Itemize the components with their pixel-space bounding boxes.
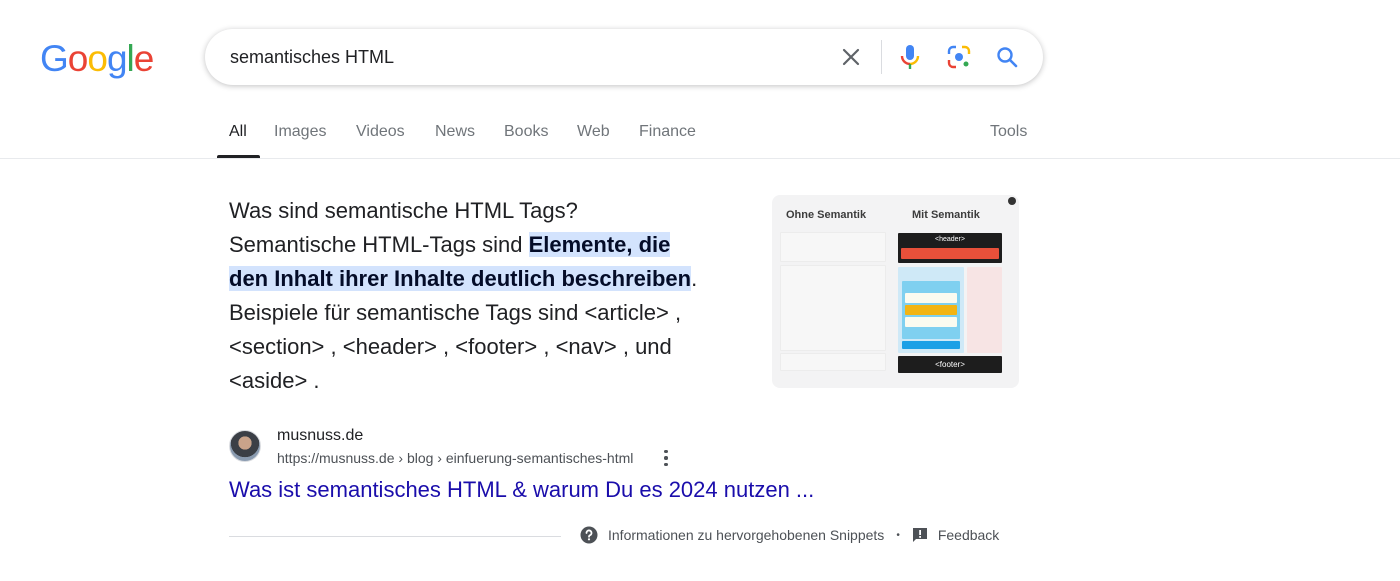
thumbnail-div-block [780, 232, 886, 262]
feedback-icon [912, 528, 927, 542]
logo-letter: e [133, 38, 155, 79]
search-input[interactable] [230, 43, 820, 71]
tab-books[interactable]: Books [504, 123, 548, 141]
snippet-answer: Semantische HTML-Tags sind Elemente, die… [229, 228, 739, 296]
feedback-button[interactable]: Feedback [912, 527, 999, 543]
search-divider [881, 40, 882, 74]
snippet-highlight: Elemente, die [528, 232, 671, 257]
microphone-icon [900, 45, 920, 69]
google-lens-button[interactable] [944, 42, 974, 72]
thumbnail-aside-block [967, 267, 1002, 353]
thumbnail-section-block [902, 341, 960, 349]
thumbnail-nav-block [901, 248, 999, 259]
search-button[interactable] [992, 42, 1022, 72]
thumbnail-div-block [780, 353, 886, 371]
thumbnail-footer-block: <footer> [898, 356, 1002, 373]
active-tab-indicator [217, 155, 260, 158]
result-title-link[interactable]: Was ist semantisches HTML & warum Du es … [229, 477, 814, 503]
tab-images[interactable]: Images [274, 123, 326, 141]
thumbnail-p-block [905, 317, 957, 327]
help-icon [580, 526, 598, 544]
clear-search-button[interactable] [836, 42, 866, 72]
snippet-info-label: Informationen zu hervorgehobenen Snippet… [608, 527, 885, 543]
snippet-examples: Beispiele für semantische Tags sind <art… [229, 300, 682, 393]
tab-finance[interactable]: Finance [639, 123, 696, 141]
feedback-label: Feedback [937, 527, 1000, 543]
footer-separator: • [896, 529, 900, 541]
logo-letter: o [67, 38, 89, 79]
featured-snippet-text: Was sind semantische HTML Tags? Semantis… [229, 194, 739, 398]
snippet-text-after: . [691, 266, 698, 291]
tab-videos[interactable]: Videos [356, 123, 405, 141]
thumbnail-right-title: Mit Semantik [912, 209, 980, 221]
site-name[interactable]: musnuss.de [277, 427, 363, 445]
tab-all[interactable]: All [229, 123, 247, 141]
google-logo[interactable]: Google [40, 38, 155, 80]
snippet-text-before: Semantische HTML-Tags sind [229, 232, 529, 257]
thumbnail-div-block [780, 265, 886, 351]
thumbnail-h2-block [905, 293, 957, 303]
snippet-highlight: den Inhalt ihrer Inhalte deutlich beschr… [229, 266, 692, 291]
logo-letter: G [40, 38, 69, 79]
site-url[interactable]: https://musnuss.de › blog › einfuerung-s… [277, 450, 633, 466]
search-box [205, 29, 1043, 85]
search-tabs: All Images Videos News Books Web Finance… [0, 110, 1400, 159]
tools-button[interactable]: Tools [990, 123, 1027, 141]
tab-news[interactable]: News [435, 123, 475, 141]
site-avatar [229, 430, 261, 462]
logo-letter: g [106, 38, 128, 79]
thumbnail-badge-icon [1008, 197, 1016, 205]
logo-letter: o [87, 38, 108, 79]
footer-divider [229, 536, 561, 537]
more-options-icon[interactable] [659, 447, 673, 469]
snippet-thumbnail-image[interactable]: Ohne Semantik Mit Semantik <header> <foo… [772, 195, 1019, 388]
thumbnail-left-title: Ohne Semantik [786, 209, 867, 221]
thumbnail-figure-block [905, 305, 957, 315]
search-icon [997, 47, 1018, 68]
clear-icon [842, 48, 860, 66]
snippet-question: Was sind semantische HTML Tags? [229, 198, 578, 223]
voice-search-button[interactable] [895, 42, 925, 72]
snippet-info-link[interactable]: Informationen zu hervorgehobenen Snippet… [580, 526, 884, 544]
tab-web[interactable]: Web [577, 123, 610, 141]
logo-letter: l [126, 38, 135, 79]
google-lens-icon [947, 45, 971, 69]
snippet-footer: Informationen zu hervorgehobenen Snippet… [580, 526, 999, 544]
